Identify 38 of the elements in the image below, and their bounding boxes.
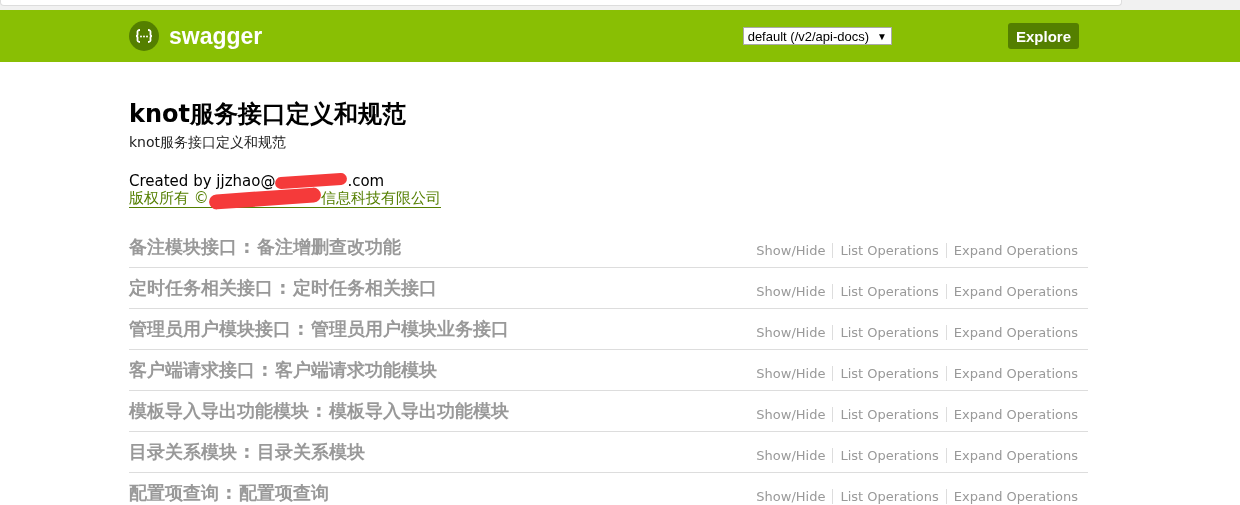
resource-heading[interactable]: 备注模块接口 : 备注增删查改功能 (129, 235, 401, 259)
resource-action-link[interactable]: Expand Operations (953, 365, 1078, 381)
created-by-text: .com (347, 171, 385, 190)
logo-text: swagger (169, 22, 263, 50)
resource-heading[interactable]: 配置项查询 : 配置项查询 (129, 481, 329, 505)
resource-action-link[interactable]: Expand Operations (953, 242, 1078, 258)
resource-heading[interactable]: 目录关系模块 : 目录关系模块 (129, 440, 365, 464)
resource-action-link[interactable]: Expand Operations (953, 406, 1078, 422)
logo-icon (129, 21, 159, 51)
resource-action-link[interactable]: List Operations (840, 447, 939, 463)
resource-action-link[interactable]: Show/Hide (756, 488, 826, 504)
resource-action-link[interactable]: Expand Operations (953, 447, 1078, 463)
resource-action-link[interactable]: List Operations (840, 365, 939, 381)
resource-action-link[interactable]: List Operations (840, 324, 939, 340)
resource-action-link[interactable]: Show/Hide (756, 406, 826, 422)
api-title: knot服务接口定义和规范 (129, 99, 407, 130)
created-by-text: Created by jjzhao@ (129, 171, 276, 190)
resource-action-link[interactable]: List Operations (840, 488, 939, 504)
resource-action-link[interactable]: Expand Operations (953, 283, 1078, 299)
resource-action-link[interactable]: List Operations (840, 242, 939, 258)
resource-action-link[interactable]: List Operations (840, 283, 939, 299)
copyright-link[interactable]: 版权所有 © (129, 188, 209, 208)
explore-button[interactable]: Explore (1007, 23, 1079, 49)
api-select[interactable]: default (/v2/api-docs) ▼ (742, 27, 892, 45)
resource-action-link[interactable]: Expand Operations (953, 488, 1078, 504)
resource-action-link[interactable]: Show/Hide (756, 365, 826, 381)
resource-action-link[interactable]: Show/Hide (756, 324, 826, 340)
copyright-link[interactable]: 信息科技有限公司 (320, 188, 441, 208)
resource-action-link[interactable]: Show/Hide (756, 283, 826, 299)
resource-action-link[interactable]: List Operations (840, 406, 939, 422)
resource-action-link[interactable]: Show/Hide (756, 447, 826, 463)
api-description: knot服务接口定义和规范 (129, 134, 288, 152)
resource-action-link[interactable]: Show/Hide (756, 242, 826, 258)
resource-action-link[interactable]: Expand Operations (953, 324, 1078, 340)
resource-heading[interactable]: 管理员用户模块接口 : 管理员用户模块业务接口 (129, 317, 509, 341)
resource-heading[interactable]: 定时任务相关接口 : 定时任务相关接口 (129, 276, 437, 300)
resource-heading[interactable]: 模板导入导出功能模块 : 模板导入导出功能模块 (129, 399, 509, 423)
resource-heading[interactable]: 客户端请求接口 : 客户端请求功能模块 (129, 358, 437, 382)
